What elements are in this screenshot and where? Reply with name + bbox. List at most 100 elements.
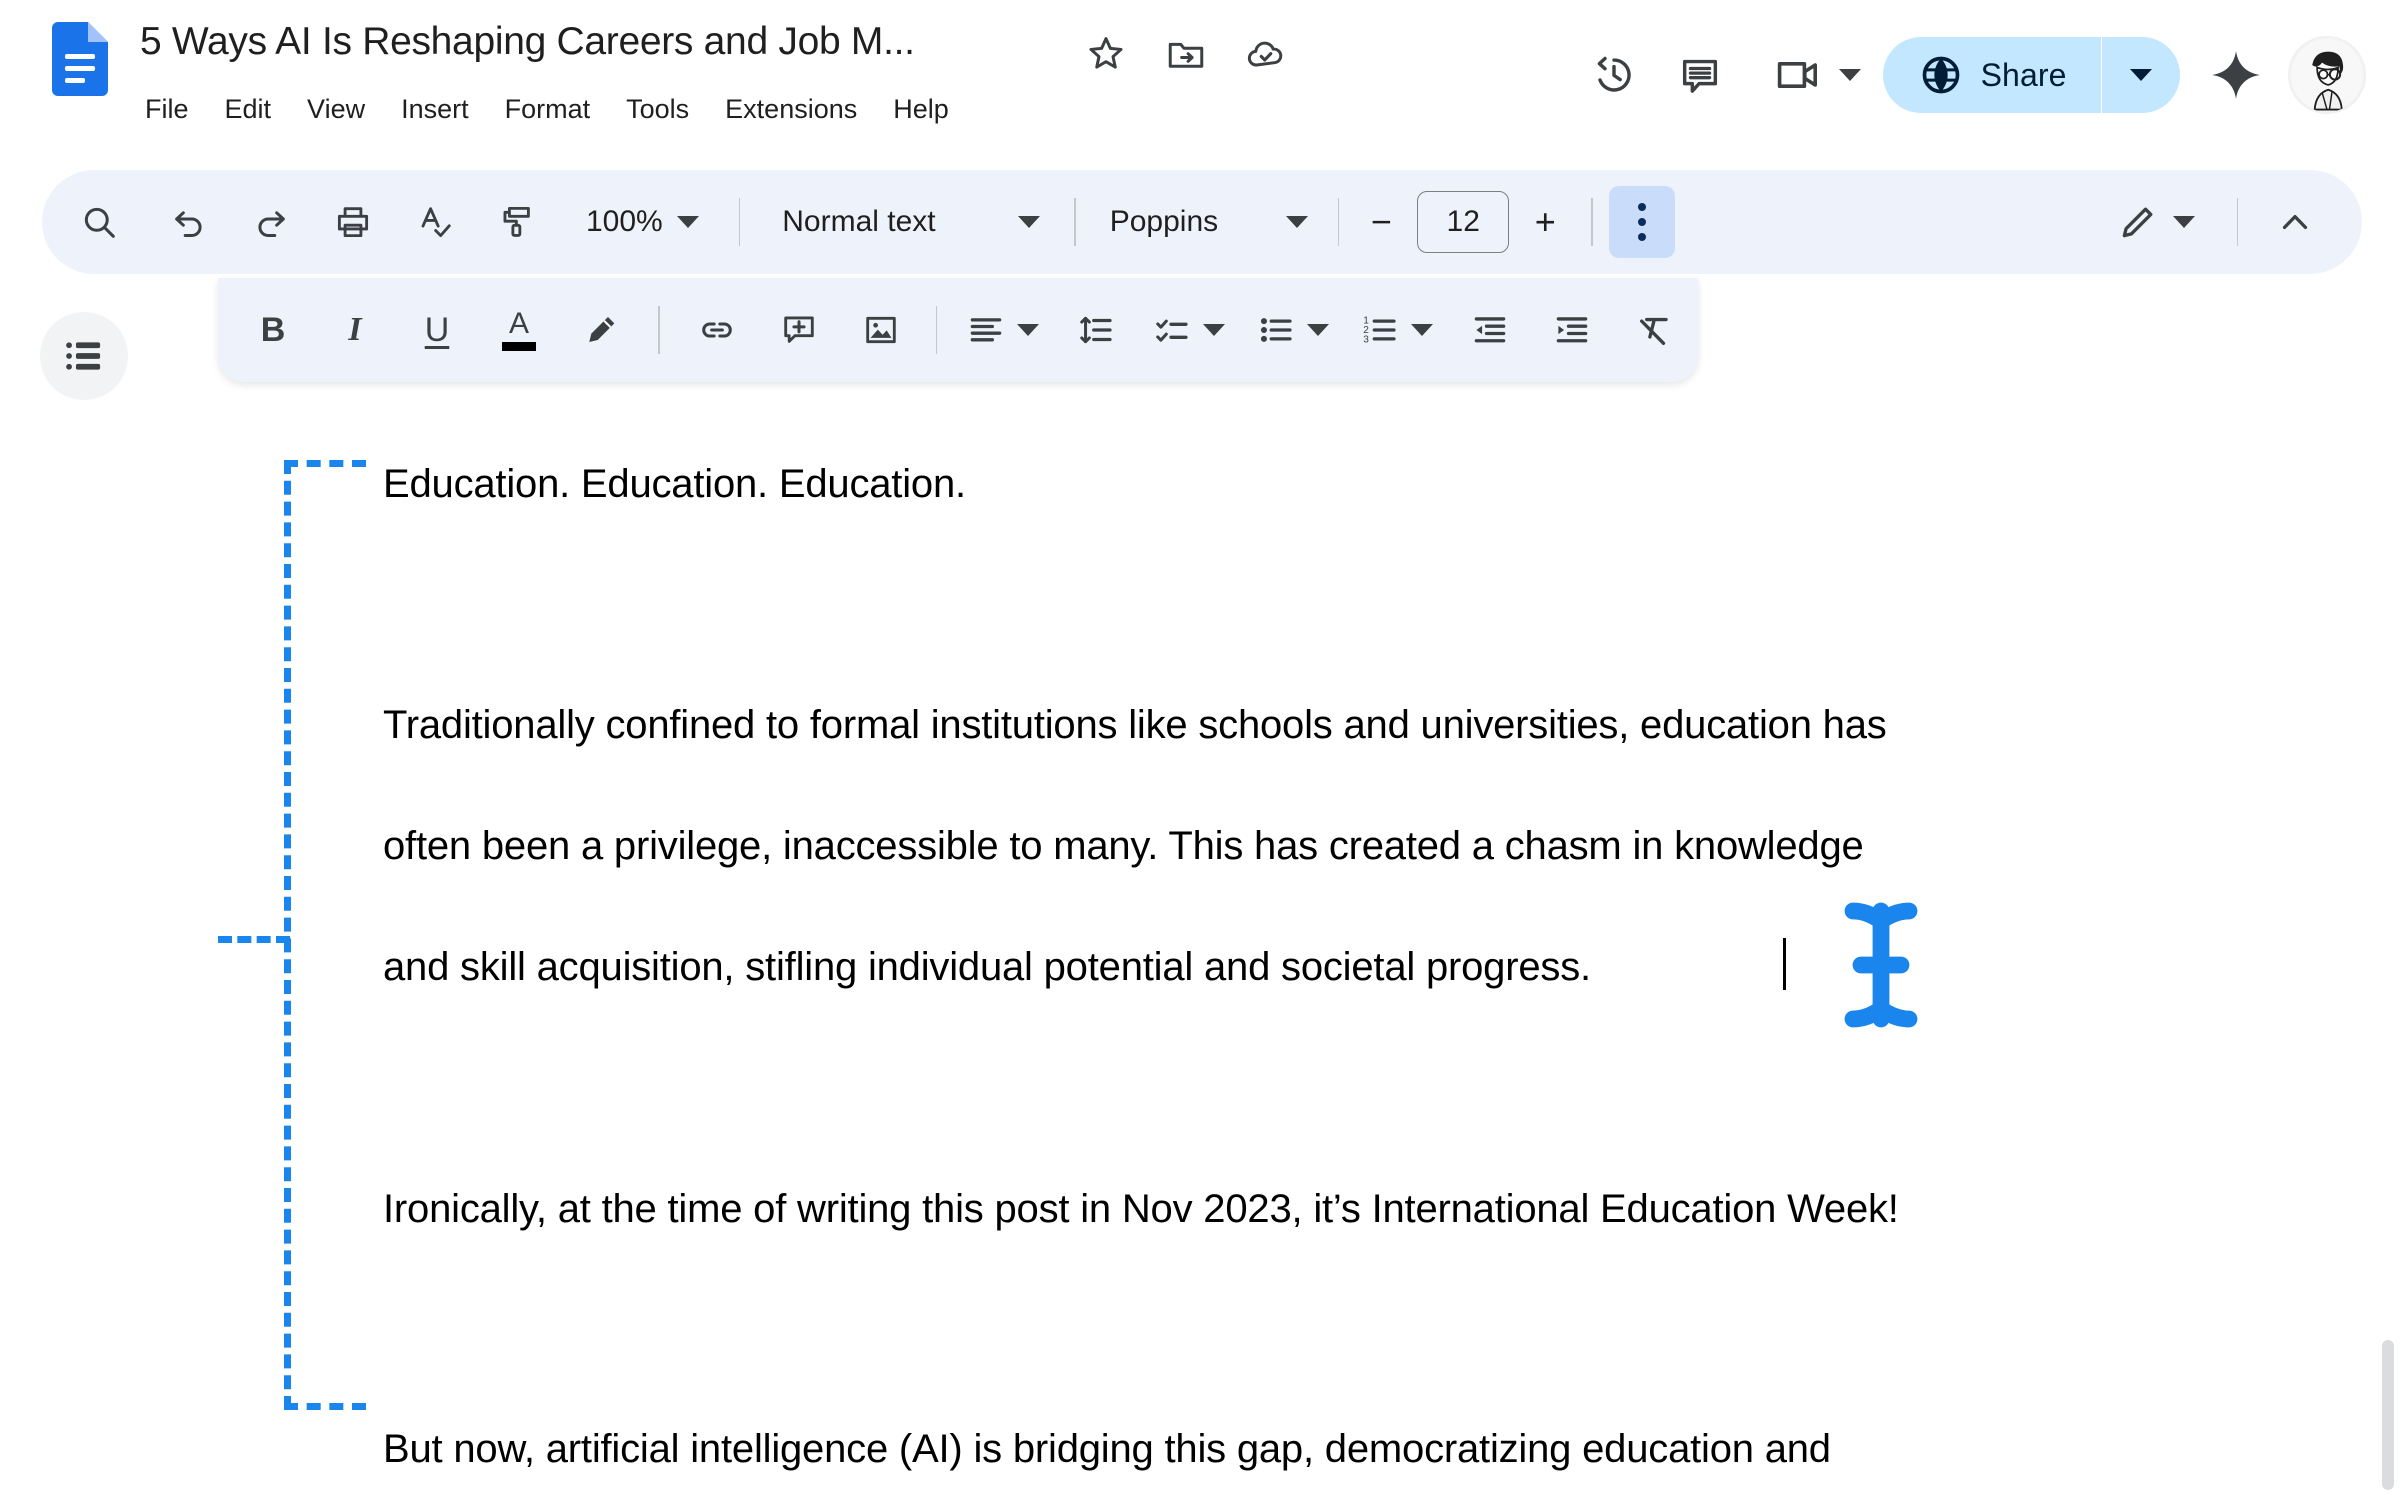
- italic-icon: I: [348, 311, 362, 348]
- decrease-indent-icon: [1474, 317, 1506, 343]
- undo-button[interactable]: [156, 189, 222, 255]
- menu-item-edit[interactable]: Edit: [207, 90, 290, 129]
- account-avatar[interactable]: [2288, 36, 2366, 114]
- insert-image-button[interactable]: [848, 297, 914, 363]
- checklist-selector[interactable]: [1145, 297, 1233, 363]
- align-selector[interactable]: [959, 297, 1047, 363]
- redo-button[interactable]: [238, 189, 304, 255]
- title-icon-group: [1085, 33, 1287, 75]
- line-spacing-button[interactable]: [1063, 297, 1129, 363]
- chevron-down-icon: [1017, 324, 1039, 336]
- document-line[interactable]: But now, artificial intelligence (AI) is…: [383, 1427, 1831, 1472]
- more-options-button[interactable]: [1608, 186, 1675, 258]
- font-family-value: Poppins: [1109, 205, 1219, 238]
- collapse-toolbar-button[interactable]: [2262, 189, 2328, 255]
- share-button[interactable]: Share: [1882, 37, 2180, 113]
- double-space-leader-line: [218, 936, 290, 943]
- format-toolbar: B I U A 1 2 3: [218, 278, 1698, 382]
- print-button[interactable]: [320, 189, 386, 255]
- spellcheck-button[interactable]: [402, 189, 468, 255]
- pencil-edit-icon: [2122, 207, 2152, 238]
- cloud-saved-icon[interactable]: [1245, 33, 1287, 75]
- increase-indent-button[interactable]: [1539, 297, 1605, 363]
- star-icon[interactable]: [1085, 33, 1127, 75]
- gemini-sparkle-icon[interactable]: [2210, 49, 2262, 101]
- chevron-down-icon[interactable]: [1838, 69, 1861, 81]
- menu-item-view[interactable]: View: [289, 90, 383, 129]
- menu-item-file[interactable]: File: [143, 90, 207, 129]
- print-icon: [337, 207, 369, 238]
- chevron-down-icon: [1307, 324, 1329, 336]
- insert-link-button[interactable]: [684, 297, 750, 363]
- menu-item-extensions[interactable]: Extensions: [707, 90, 875, 129]
- bulleted-list-icon: [1260, 318, 1292, 342]
- comment-history-icon: [1682, 59, 1717, 93]
- menu-bar: File Edit View Insert Format Tools Exten…: [143, 90, 967, 129]
- document-line[interactable]: Traditionally confined to formal institu…: [383, 703, 1887, 748]
- clear-formatting-button[interactable]: [1621, 297, 1687, 363]
- document-line[interactable]: Education. Education. Education.: [383, 462, 966, 507]
- chevron-down-icon: [676, 216, 699, 228]
- menu-item-help[interactable]: Help: [875, 90, 967, 129]
- menu-item-format[interactable]: Format: [487, 90, 609, 129]
- bulleted-list-selector[interactable]: [1249, 297, 1337, 363]
- text-color-button[interactable]: A: [486, 297, 552, 363]
- search-button[interactable]: [66, 189, 132, 255]
- text-color-icon: A: [508, 307, 529, 340]
- page-title[interactable]: 5 Ways AI Is Reshaping Careers and Job M…: [140, 18, 915, 66]
- document-outline-icon: [66, 342, 101, 370]
- line-spacing-icon: [1080, 316, 1112, 344]
- editing-mode-selector[interactable]: [2103, 189, 2209, 255]
- document-line[interactable]: and skill acquisition, stifling individu…: [383, 945, 1591, 990]
- decrease-indent-button[interactable]: [1457, 297, 1523, 363]
- toolbar-divider: [935, 306, 937, 354]
- redo-icon: [258, 211, 285, 237]
- share-dropdown-button[interactable]: [2102, 37, 2180, 113]
- font-size-stepper: − 12 +: [1353, 191, 1573, 253]
- paint-format-icon: [503, 206, 530, 237]
- add-comment-button[interactable]: [766, 297, 832, 363]
- insert-image-icon: [865, 316, 896, 344]
- move-folder-icon[interactable]: [1165, 33, 1207, 75]
- main-toolbar: 100% Normal text Poppins − 12 +: [42, 170, 2362, 274]
- comment-history-button[interactable]: [1657, 32, 1743, 118]
- italic-button[interactable]: I: [322, 297, 388, 363]
- paragraph-style-selector[interactable]: Normal text: [766, 189, 1056, 255]
- increase-font-size-button[interactable]: +: [1517, 194, 1573, 250]
- meet-group[interactable]: [1773, 50, 1861, 100]
- toolbar-divider: [2236, 198, 2238, 246]
- underline-button[interactable]: U: [404, 297, 470, 363]
- vertical-scrollbar-thumb[interactable]: [2382, 1340, 2394, 1490]
- video-camera-icon[interactable]: [1773, 50, 1833, 100]
- numbered-list-selector[interactable]: 1 2 3: [1353, 297, 1441, 363]
- paint-format-button[interactable]: [484, 189, 550, 255]
- undo-icon: [175, 211, 202, 237]
- font-size-input[interactable]: 12: [1417, 191, 1510, 253]
- decrease-font-size-button[interactable]: −: [1353, 194, 1409, 250]
- bold-button[interactable]: B: [240, 297, 306, 363]
- toolbar-divider: [1074, 198, 1076, 246]
- menu-item-insert[interactable]: Insert: [383, 90, 487, 129]
- spellcheck-icon: [421, 207, 451, 238]
- docs-file-icon[interactable]: [52, 22, 108, 96]
- document-outline-toggle[interactable]: [40, 312, 128, 400]
- toolbar-divider: [738, 198, 741, 246]
- menu-item-tools[interactable]: Tools: [608, 90, 707, 129]
- increase-indent-icon: [1556, 317, 1588, 343]
- document-line[interactable]: often been a privilege, inaccessible to …: [383, 824, 1864, 869]
- clear-formatting-icon: [1639, 317, 1668, 345]
- i-beam-cursor: [1844, 902, 1918, 1028]
- share-main[interactable]: Share: [1883, 37, 2101, 113]
- toolbar-divider: [1337, 198, 1340, 246]
- chevron-up-icon: [2282, 214, 2308, 230]
- zoom-selector[interactable]: 100%: [572, 189, 713, 255]
- font-family-selector[interactable]: Poppins: [1094, 189, 1324, 255]
- highlight-color-button[interactable]: [568, 297, 634, 363]
- version-history-button[interactable]: [1571, 32, 1657, 118]
- align-icon: [970, 318, 1002, 342]
- document-line[interactable]: Ironically, at the time of writing this …: [383, 1187, 1899, 1232]
- top-bar: 5 Ways AI Is Reshaping Careers and Job M…: [0, 0, 2400, 150]
- share-label: Share: [1980, 56, 2067, 93]
- toolbar-divider: [658, 306, 660, 354]
- chevron-down-icon: [1203, 324, 1225, 336]
